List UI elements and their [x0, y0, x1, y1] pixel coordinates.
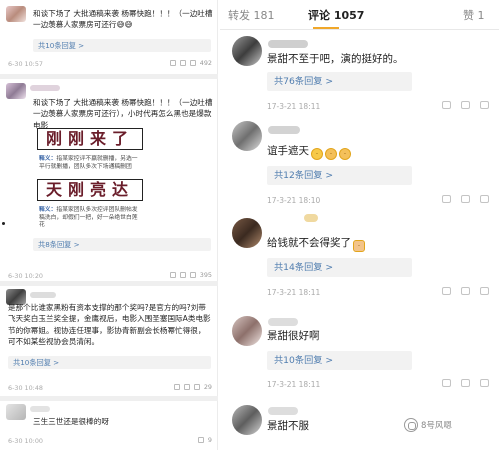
comment-icon[interactable]	[179, 272, 186, 278]
replies-link[interactable]: 共10条回复 >	[8, 356, 211, 369]
comment-actions: 395	[169, 271, 212, 279]
comment-text: 给钱就不会得奖了 ·	[267, 236, 365, 252]
share-icon[interactable]	[442, 195, 451, 203]
comment-icon[interactable]	[461, 195, 470, 203]
comment-actions: 9	[197, 436, 212, 444]
avatar[interactable]	[232, 218, 262, 248]
left-comment-3: 是那个比谁家黑粉有资本支撑的那个奖吗?是官方的吗?刘带飞天奖白玉兰奖全提，金鹰视…	[0, 286, 218, 396]
share-icon[interactable]	[173, 384, 180, 390]
tab-repost[interactable]: 转发 181	[228, 7, 275, 23]
like-icon[interactable]	[480, 195, 489, 203]
comment-time: 17-3-21 18:11	[267, 380, 321, 389]
comment-text: 和谈下场了 大批通稿来袭 杨幂快跑！！！（一边吐槽一边羡慕人家票房可还行），小时…	[33, 98, 213, 130]
like-icon[interactable]	[189, 60, 196, 66]
comment-text: 谊手遮天 · · ·	[267, 144, 351, 160]
avatar[interactable]	[6, 83, 26, 99]
meme-big-text: 天刚亮达	[37, 179, 143, 201]
like-icon[interactable]	[480, 287, 489, 295]
wechat-logo-icon	[404, 418, 418, 432]
meme-caption-label: 释义：	[39, 156, 57, 162]
replies-link[interactable]: 共12条回复 >	[267, 166, 412, 185]
comment-text: 三生三世还是很棒的呀	[33, 417, 109, 426]
watermark: 8号风嗯	[404, 418, 452, 432]
left-comment-1: 和谈下场了 大批通稿来袭 杨幂快跑！！！（一边吐槽一边羡慕人家票房可还行😅😅 共…	[0, 0, 218, 75]
comment-time: 17-3-21 18:11	[267, 102, 321, 111]
tab-likes[interactable]: 赞 1	[463, 7, 485, 23]
comment-time: 6-30 10:20	[8, 272, 43, 280]
sleepy-emoji-icon: ·	[339, 148, 351, 160]
comment-text: 是那个比谁家黑粉有资本支撑的那个奖吗?是官方的吗?刘带飞天奖白玉兰奖全提，金鹰视…	[8, 303, 211, 347]
replies-link[interactable]: 共10条回复 >	[33, 39, 211, 52]
comment-actions: 29	[173, 383, 212, 391]
username[interactable]	[30, 292, 56, 298]
like-count: 395	[199, 271, 212, 279]
avatar[interactable]	[6, 6, 26, 22]
comment-actions: 492	[169, 59, 212, 67]
comment-icon[interactable]	[461, 101, 470, 109]
like-icon[interactable]	[189, 272, 196, 278]
comment-text: 和谈下场了 大批通稿来袭 杨幂快跑！！！（一边吐槽一边羡慕人家票房可还行😅😅	[33, 9, 213, 30]
meme-big-text: 刚刚来了	[37, 128, 143, 150]
replies-link[interactable]: 共8条回复 >	[33, 238, 211, 251]
avatar[interactable]	[232, 405, 262, 435]
left-screenshot-panel: 和谈下场了 大批通稿来袭 杨幂快跑！！！（一边吐槽一边羡慕人家票房可还行😅😅 共…	[0, 0, 218, 450]
sleepy-emoji-icon: ·	[325, 148, 337, 160]
replies-link[interactable]: 共10条回复 >	[267, 351, 412, 370]
username[interactable]	[304, 214, 318, 222]
comment-time: 17-3-21 18:11	[267, 288, 321, 297]
replies-link[interactable]: 共76条回复 >	[267, 72, 412, 91]
like-icon[interactable]	[480, 379, 489, 387]
like-count: 29	[203, 383, 212, 391]
tab-bar: 转发 181 评论 1057 赞 1	[220, 0, 499, 30]
username[interactable]	[30, 85, 60, 91]
right-screenshot-panel: 转发 181 评论 1057 赞 1 景甜不至于吧，演的挺好的。 共76条回复 …	[220, 0, 499, 450]
comment-text-value: 给钱就不会得奖了	[267, 237, 351, 249]
comment-icon[interactable]	[179, 60, 186, 66]
like-count: 492	[199, 59, 212, 67]
comment-time: 6-30 10:48	[8, 384, 43, 392]
username[interactable]	[268, 318, 298, 326]
meme-caption-label: 释义：	[39, 207, 57, 213]
comment-icon[interactable]	[461, 379, 470, 387]
comment-icon[interactable]	[461, 287, 470, 295]
replies-link[interactable]: 共14条回复 >	[267, 258, 412, 277]
sweat-emoji-icon: ·	[311, 148, 323, 160]
bullet-dot	[2, 222, 5, 225]
comment-text: 景甜不至于吧，演的挺好的。	[267, 53, 404, 65]
avatar[interactable]	[6, 404, 26, 420]
comment-text-value: 谊手遮天	[267, 145, 309, 157]
like-count: 9	[207, 436, 212, 444]
like-icon[interactable]	[197, 437, 204, 443]
like-icon[interactable]	[193, 384, 200, 390]
cat-emoji-icon: ·	[353, 240, 365, 252]
username[interactable]	[30, 406, 50, 412]
left-comment-2: 和谈下场了 大批通稿来袭 杨幂快跑！！！（一边吐槽一边羡慕人家票房可还行），小时…	[0, 79, 218, 280]
active-tab-indicator	[313, 27, 339, 29]
comment-time: 6-30 10:57	[8, 60, 43, 68]
left-comment-4: 三生三世还是很棒的呀 6-30 10:00 9	[0, 401, 218, 450]
tab-comments[interactable]: 评论 1057	[308, 7, 364, 23]
username[interactable]	[268, 407, 298, 415]
username[interactable]	[268, 40, 308, 48]
comment-text: 景甜很好啊	[267, 330, 320, 342]
comment-actions	[442, 287, 489, 295]
watermark-text: 8号风嗯	[421, 421, 452, 431]
comment-icon[interactable]	[183, 384, 190, 390]
comment-text: 景甜不服	[267, 420, 309, 432]
comment-actions	[442, 379, 489, 387]
comment-time: 17-3-21 18:10	[267, 196, 321, 205]
share-icon[interactable]	[169, 272, 176, 278]
like-icon[interactable]	[480, 101, 489, 109]
comment-time: 6-30 10:00	[8, 437, 43, 445]
comment-actions	[442, 195, 489, 203]
avatar[interactable]	[232, 36, 262, 66]
avatar[interactable]	[232, 121, 262, 151]
share-icon[interactable]	[442, 287, 451, 295]
share-icon[interactable]	[169, 60, 176, 66]
share-icon[interactable]	[442, 379, 451, 387]
share-icon[interactable]	[442, 101, 451, 109]
comment-actions	[442, 101, 489, 109]
username[interactable]	[268, 126, 300, 134]
avatar[interactable]	[232, 316, 262, 346]
